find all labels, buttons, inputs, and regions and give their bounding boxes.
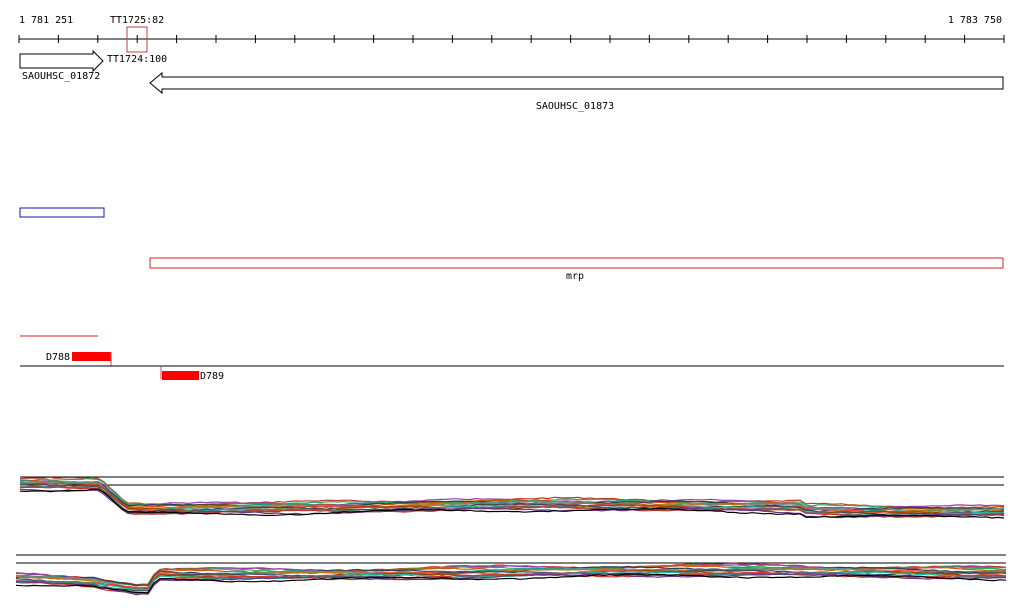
tt1724-marker-label[interactable]: TT1724:100: [107, 54, 167, 65]
probe-track: D788 D789: [20, 352, 1004, 382]
mrp-label: mrp: [566, 271, 584, 282]
gene-arrow-saouhsc-01873[interactable]: [149, 71, 1004, 95]
ruler-end-label: 1 783 750: [948, 15, 1002, 26]
feature-track: mrp: [19, 207, 1004, 337]
coverage-track-reverse: [15, 554, 1007, 596]
mrp-feature-box[interactable]: [149, 257, 1004, 269]
gene-track: SAOUHSC_01872 TT1724:100 SAOUHSC_01873: [19, 49, 1004, 112]
coverage-reverse-lines: [15, 562, 1007, 596]
gene-label-saouhsc-01872: SAOUHSC_01872: [22, 71, 100, 82]
probe-label-d789: D789: [200, 371, 224, 382]
coverage-forward-lines: [19, 476, 1005, 519]
ruler-marker-label[interactable]: TT1725:82: [110, 15, 164, 26]
gene-label-saouhsc-01873: SAOUHSC_01873: [536, 101, 614, 112]
probe-label-d788: D788: [46, 352, 70, 363]
blue-feature-box[interactable]: [19, 207, 105, 218]
gene-arrow-saouhsc-01872[interactable]: [19, 49, 104, 73]
probe-d789[interactable]: [162, 371, 199, 380]
genome-browser-view: 1 781 251 1 783 750 TT1725:82 SAOUHSC_01…: [0, 0, 1024, 611]
genome-track-canvas: 1 781 251 1 783 750 TT1725:82 SAOUHSC_01…: [15, 15, 1007, 596]
probe-d788[interactable]: [72, 352, 111, 361]
coordinate-ruler: 1 781 251 1 783 750 TT1725:82: [18, 15, 1005, 53]
coverage-track-forward: [19, 476, 1005, 519]
ruler-start-label: 1 781 251: [19, 15, 73, 26]
